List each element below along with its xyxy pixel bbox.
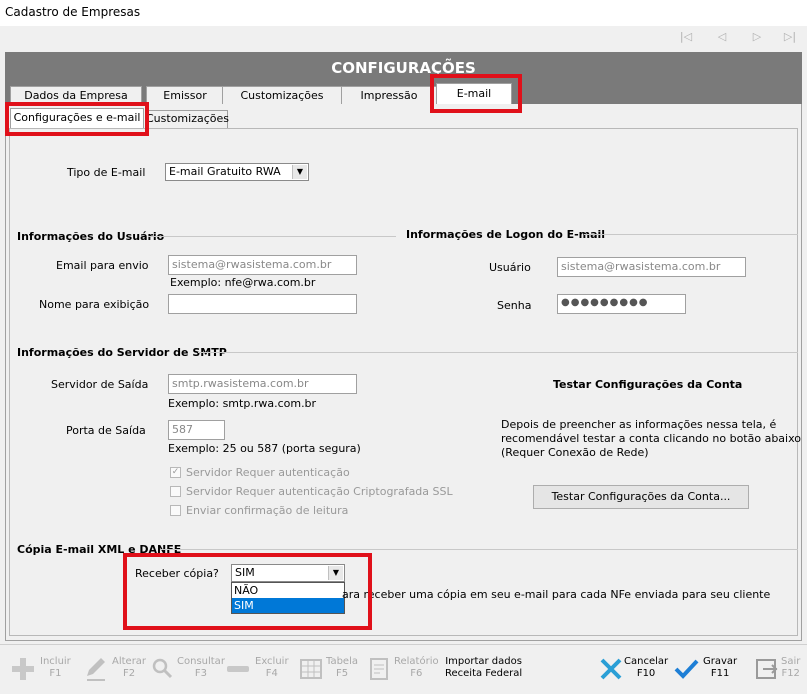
nome-exibicao-label: Nome para exibição	[39, 298, 150, 311]
ssl-checkbox-label: Servidor Requer autenticação Criptografa…	[186, 485, 453, 498]
title-bar: Cadastro de Empresas	[0, 0, 807, 26]
testar-configuracoes-button[interactable]: Testar Configurações da Conta...	[533, 485, 749, 509]
divider	[160, 549, 798, 550]
copia-description-end: eceber uma cópia em seu e-mail para cada…	[367, 588, 771, 601]
alterar-key: F2	[122, 668, 136, 679]
tabela-key: F5	[335, 668, 349, 679]
tab-label: Impressão	[360, 89, 418, 102]
last-record-icon[interactable]: ▷|	[781, 30, 799, 46]
email-envio-hint: Exemplo: nfe@rwa.com.br	[170, 276, 316, 289]
auth-checkbox[interactable]: ✓	[170, 467, 181, 478]
consultar-button[interactable]: Consultar F3	[150, 648, 225, 690]
smtp-section-title: Informações do Servidor de SMTP	[17, 346, 227, 359]
senha-input[interactable]: ●●●●●●●●●	[557, 294, 686, 314]
subtab-label: Customizações	[146, 112, 229, 125]
senha-label: Senha	[497, 299, 532, 312]
teste-text-1: Depois de preencher as informações nessa…	[501, 418, 777, 431]
importar-dados-button[interactable]: Importar dados Receita Federal	[442, 648, 522, 690]
tipo-email-value: E-mail Gratuito RWA	[169, 165, 281, 178]
close-icon	[600, 658, 622, 680]
porta-saida-label: Porta de Saída	[66, 424, 146, 437]
read-confirm-checkbox[interactable]	[170, 505, 181, 516]
window-title: Cadastro de Empresas	[5, 5, 141, 19]
usuario-input[interactable]: sistema@rwasistema.com.br	[557, 257, 746, 277]
usuario-section-title: Informações do Usuário	[17, 230, 165, 243]
tipo-email-label: Tipo de E-mail	[67, 166, 146, 179]
incluir-label: Incluir	[40, 656, 71, 667]
record-navigation-bar: |◁ ◁ ▷ ▷|	[0, 26, 807, 50]
teste-title: Testar Configurações da Conta	[553, 378, 743, 391]
tab-label: Emissor	[163, 89, 207, 102]
incluir-key: F1	[49, 668, 62, 679]
tabela-button[interactable]: Tabela F5	[298, 648, 358, 690]
consultar-label: Consultar	[177, 656, 225, 667]
teste-text-3: (Requer Conexão de Rede)	[501, 446, 649, 459]
next-record-icon[interactable]: ▷	[748, 30, 766, 46]
page-title: CONFIGURAÇÕES	[331, 59, 476, 77]
divider	[198, 352, 798, 353]
gravar-key: F11	[710, 668, 730, 679]
minus-icon	[227, 666, 249, 672]
usuario-label: Usuário	[489, 261, 531, 274]
servidor-saida-input[interactable]: smtp.rwasistema.com.br	[168, 374, 357, 394]
auth-checkbox-label: Servidor Requer autenticação	[186, 466, 350, 479]
divider	[584, 234, 798, 235]
read-confirm-checkbox-label: Enviar confirmação de leitura	[186, 504, 349, 517]
porta-saida-hint: Exemplo: 25 ou 587 (porta segura)	[168, 442, 361, 455]
relatorio-label: Relatório	[394, 656, 439, 667]
sair-key: F12	[781, 668, 800, 679]
gravar-label: Gravar	[703, 656, 738, 667]
tipo-email-select[interactable]: E-mail Gratuito RWA ▼	[165, 163, 309, 181]
teste-text-2: recomendável testar a conta clicando no …	[501, 432, 801, 445]
excluir-label: Excluir	[255, 656, 289, 667]
exit-icon	[756, 659, 778, 679]
excluir-key: F4	[265, 668, 278, 679]
pencil-icon	[87, 658, 105, 681]
subtab-customizacoes[interactable]: Customizações	[145, 110, 229, 128]
email-envio-label: Email para envio	[56, 259, 149, 272]
nome-exibicao-input[interactable]	[168, 294, 357, 314]
consultar-key: F3	[194, 668, 208, 679]
table-icon	[300, 659, 322, 679]
tab-customizacoes[interactable]: Customizações	[222, 86, 342, 104]
servidor-saida-hint: Exemplo: smtp.rwa.com.br	[168, 397, 317, 410]
checkmark-icon	[674, 659, 699, 679]
excluir-button[interactable]: Excluir F4	[225, 648, 289, 690]
importar-label: Importar dados	[445, 656, 522, 667]
email-envio-input[interactable]: sistema@rwasistema.com.br	[168, 255, 357, 275]
chevron-down-icon: ▼	[292, 165, 307, 179]
sair-label: Sair	[781, 656, 801, 667]
search-icon	[152, 658, 173, 679]
cancelar-key: F10	[636, 668, 656, 679]
tabela-label: Tabela	[326, 656, 358, 667]
tab-emissor[interactable]: Emissor	[146, 86, 224, 104]
copia-description: ara receber uma cópia em seu e-mail para…	[342, 588, 770, 601]
highlight-box	[123, 553, 372, 630]
ssl-checkbox[interactable]	[170, 486, 181, 497]
incluir-button[interactable]: Incluir F1	[10, 648, 72, 690]
logon-section-title: Informações de Logon do E-mail	[406, 228, 606, 241]
cancelar-label: Cancelar	[624, 656, 669, 667]
report-icon	[370, 658, 388, 680]
porta-saida-input[interactable]: 587	[168, 420, 225, 440]
cancelar-button[interactable]: Cancelar F10	[598, 648, 668, 690]
importar-sublabel: Receita Federal	[445, 668, 523, 679]
tab-label: Dados da Empresa	[24, 89, 128, 102]
divider	[148, 236, 396, 237]
previous-record-icon[interactable]: ◁	[713, 30, 731, 46]
first-record-icon[interactable]: |◁	[677, 30, 695, 46]
servidor-saida-label: Servidor de Saída	[51, 378, 149, 391]
alterar-label: Alterar	[112, 656, 147, 667]
relatorio-button[interactable]: Relatório F6	[366, 648, 439, 690]
gravar-button[interactable]: Gravar F11	[673, 648, 745, 690]
highlight-box	[5, 102, 149, 136]
tab-impressao[interactable]: Impressão	[341, 86, 437, 104]
tab-label: Customizações	[240, 89, 324, 102]
alterar-button[interactable]: Alterar F2	[83, 648, 147, 690]
highlight-box	[430, 74, 522, 113]
sair-button[interactable]: Sair F12	[754, 648, 804, 690]
relatorio-key: F6	[410, 668, 423, 679]
section-header: CONFIGURAÇÕES	[5, 52, 802, 84]
plus-icon	[12, 658, 34, 680]
